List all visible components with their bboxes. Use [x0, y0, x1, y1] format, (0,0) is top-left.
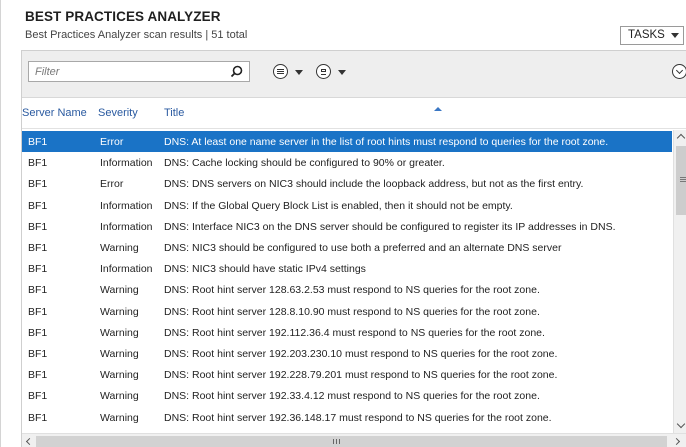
bpa-window: BEST PRACTICES ANALYZER Best Practices A…	[0, 0, 686, 447]
table-row[interactable]: BF1 Warning DNS: NIC3 should be configured…	[22, 237, 672, 258]
title-cell: DNS: NIC3 should be configured to use bo…	[164, 242, 562, 254]
table-row[interactable]: BF1 Error DNS: DNS servers on NIC3 should …	[22, 173, 672, 194]
title-cell: DNS: Root hint server 128.63.2.53 must r…	[164, 284, 540, 297]
column-header-server-name[interactable]: Server Name	[22, 107, 87, 119]
severity-cell: Warning	[100, 326, 139, 339]
severity-cell: Information	[100, 157, 153, 170]
column-header-title[interactable]: Title	[164, 107, 184, 119]
server-name-cell: BF1	[28, 178, 48, 191]
table-row[interactable]: BF1 Information DNS: Interface NIC3 on the…	[22, 216, 672, 237]
list-options-icon	[273, 64, 288, 79]
table-row[interactable]: BF1 Warning DNS: Root hint server 192.36.1…	[22, 407, 672, 428]
server-name-cell: BF1	[28, 136, 48, 148]
server-name-cell: BF1	[28, 284, 48, 297]
severity-cell: Information	[100, 199, 153, 212]
column-header-severity[interactable]: Severity	[98, 107, 138, 119]
bpa-header: BEST PRACTICES ANALYZER Best Practices A…	[1, 0, 686, 50]
server-name-cell: BF1	[28, 220, 48, 233]
save-query-button[interactable]	[316, 63, 350, 80]
table-row[interactable]: BF1 Warning DNS: Root hint server 192.203.…	[22, 343, 672, 364]
sort-ascending-icon	[434, 107, 442, 111]
server-name-cell: BF1	[28, 369, 48, 382]
severity-cell: Warning	[100, 411, 139, 424]
scroll-right-icon[interactable]	[672, 437, 681, 446]
table-row[interactable]: BF1 Information DNS: If the Global Query B…	[22, 195, 672, 216]
scroll-left-icon[interactable]	[25, 437, 34, 446]
server-name-cell: BF1	[28, 263, 48, 276]
table-row[interactable]: BF1 Warning DNS: Root hint server 128.63.2…	[22, 279, 672, 300]
table-row[interactable]: BF1 Warning DNS: Root hint server 192.228.…	[22, 364, 672, 385]
server-name-cell: BF1	[28, 157, 48, 170]
page-title: BEST PRACTICES ANALYZER	[25, 9, 221, 24]
expand-icon	[675, 66, 684, 75]
severity-cell: Error	[100, 136, 124, 148]
title-cell: DNS: If the Global Query Block List is e…	[164, 199, 513, 212]
save-icon	[316, 64, 331, 79]
search-icon[interactable]	[230, 65, 243, 78]
severity-cell: Error	[100, 178, 124, 191]
server-name-cell: BF1	[28, 411, 48, 424]
filter-placeholder: Filter	[35, 66, 60, 78]
title-cell: DNS: Interface NIC3 on the DNS server sh…	[164, 220, 616, 233]
expand-collapse-button[interactable]	[672, 64, 686, 79]
scan-results-summary: Best Practices Analyzer scan results | 5…	[25, 29, 248, 41]
severity-cell: Warning	[100, 305, 139, 318]
horizontal-scrollbar[interactable]	[22, 433, 686, 447]
title-cell: DNS: Root hint server 192.112.36.4 must …	[164, 326, 545, 339]
table-row[interactable]: BF1 Warning DNS: Root hint server 192.112.…	[22, 322, 672, 343]
severity-cell: Warning	[100, 242, 139, 254]
title-cell: DNS: Root hint server 192.203.230.10 mus…	[164, 348, 558, 360]
title-cell: DNS: Root hint server 192.33.4.12 must r…	[164, 390, 540, 403]
tasks-dropdown[interactable]: TASKS	[620, 26, 684, 45]
table-row[interactable]: BF1 Error DNS: At least one name server in…	[22, 131, 672, 153]
table-row[interactable]: BF1 Warning DNS: Root hint server 128.8.10…	[22, 301, 672, 322]
chevron-down-icon	[295, 70, 303, 75]
title-cell: DNS: Root hint server 192.228.79.201 mus…	[164, 369, 558, 382]
server-name-cell: BF1	[28, 242, 48, 254]
title-cell: DNS: NIC3 should have static IPv4 settin…	[164, 263, 366, 276]
server-name-cell: BF1	[28, 199, 48, 212]
column-header-row: Server Name Severity Title	[22, 99, 686, 129]
toolbar: Filter	[22, 51, 686, 98]
severity-cell: Information	[100, 220, 153, 233]
horizontal-scroll-thumb[interactable]	[36, 436, 667, 447]
severity-cell: Warning	[100, 369, 139, 382]
server-name-cell: BF1	[28, 390, 48, 403]
severity-cell: Warning	[100, 284, 139, 297]
scroll-down-icon[interactable]	[676, 419, 686, 429]
results-list: BF1 Error DNS: At least one name server in…	[22, 131, 672, 433]
title-cell: DNS: Cache locking should be configured …	[164, 157, 445, 170]
title-cell: DNS: At least one name server in the lis…	[164, 136, 609, 148]
table-row[interactable]: BF1 Information DNS: NIC3 should have stat…	[22, 258, 672, 279]
scroll-up-icon[interactable]	[676, 133, 686, 143]
server-name-cell: BF1	[28, 326, 48, 339]
server-name-cell: BF1	[28, 305, 48, 318]
severity-cell: Warning	[100, 348, 139, 360]
chevron-down-icon	[671, 33, 679, 38]
vertical-scrollbar[interactable]	[673, 130, 686, 433]
tasks-label: TASKS	[628, 29, 665, 41]
chevron-down-icon	[338, 70, 346, 75]
filter-input[interactable]: Filter	[28, 61, 250, 82]
table-row[interactable]: BF1 Warning DNS: Root hint server 192.33.4…	[22, 385, 672, 406]
server-name-cell: BF1	[28, 348, 48, 360]
title-cell: DNS: DNS servers on NIC3 should include …	[164, 178, 584, 191]
title-cell: DNS: Root hint server 192.36.148.17 must…	[164, 411, 552, 424]
vertical-scroll-thumb[interactable]	[676, 146, 686, 215]
severity-cell: Warning	[100, 390, 139, 403]
title-cell: DNS: Root hint server 128.8.10.90 must r…	[164, 305, 540, 318]
list-options-button[interactable]	[273, 63, 307, 80]
table-row[interactable]: BF1 Information DNS: Cache locking should …	[22, 152, 672, 173]
results-panel: Filter Server Name Severity Title BF1 Er…	[21, 50, 686, 447]
severity-cell: Information	[100, 263, 153, 276]
